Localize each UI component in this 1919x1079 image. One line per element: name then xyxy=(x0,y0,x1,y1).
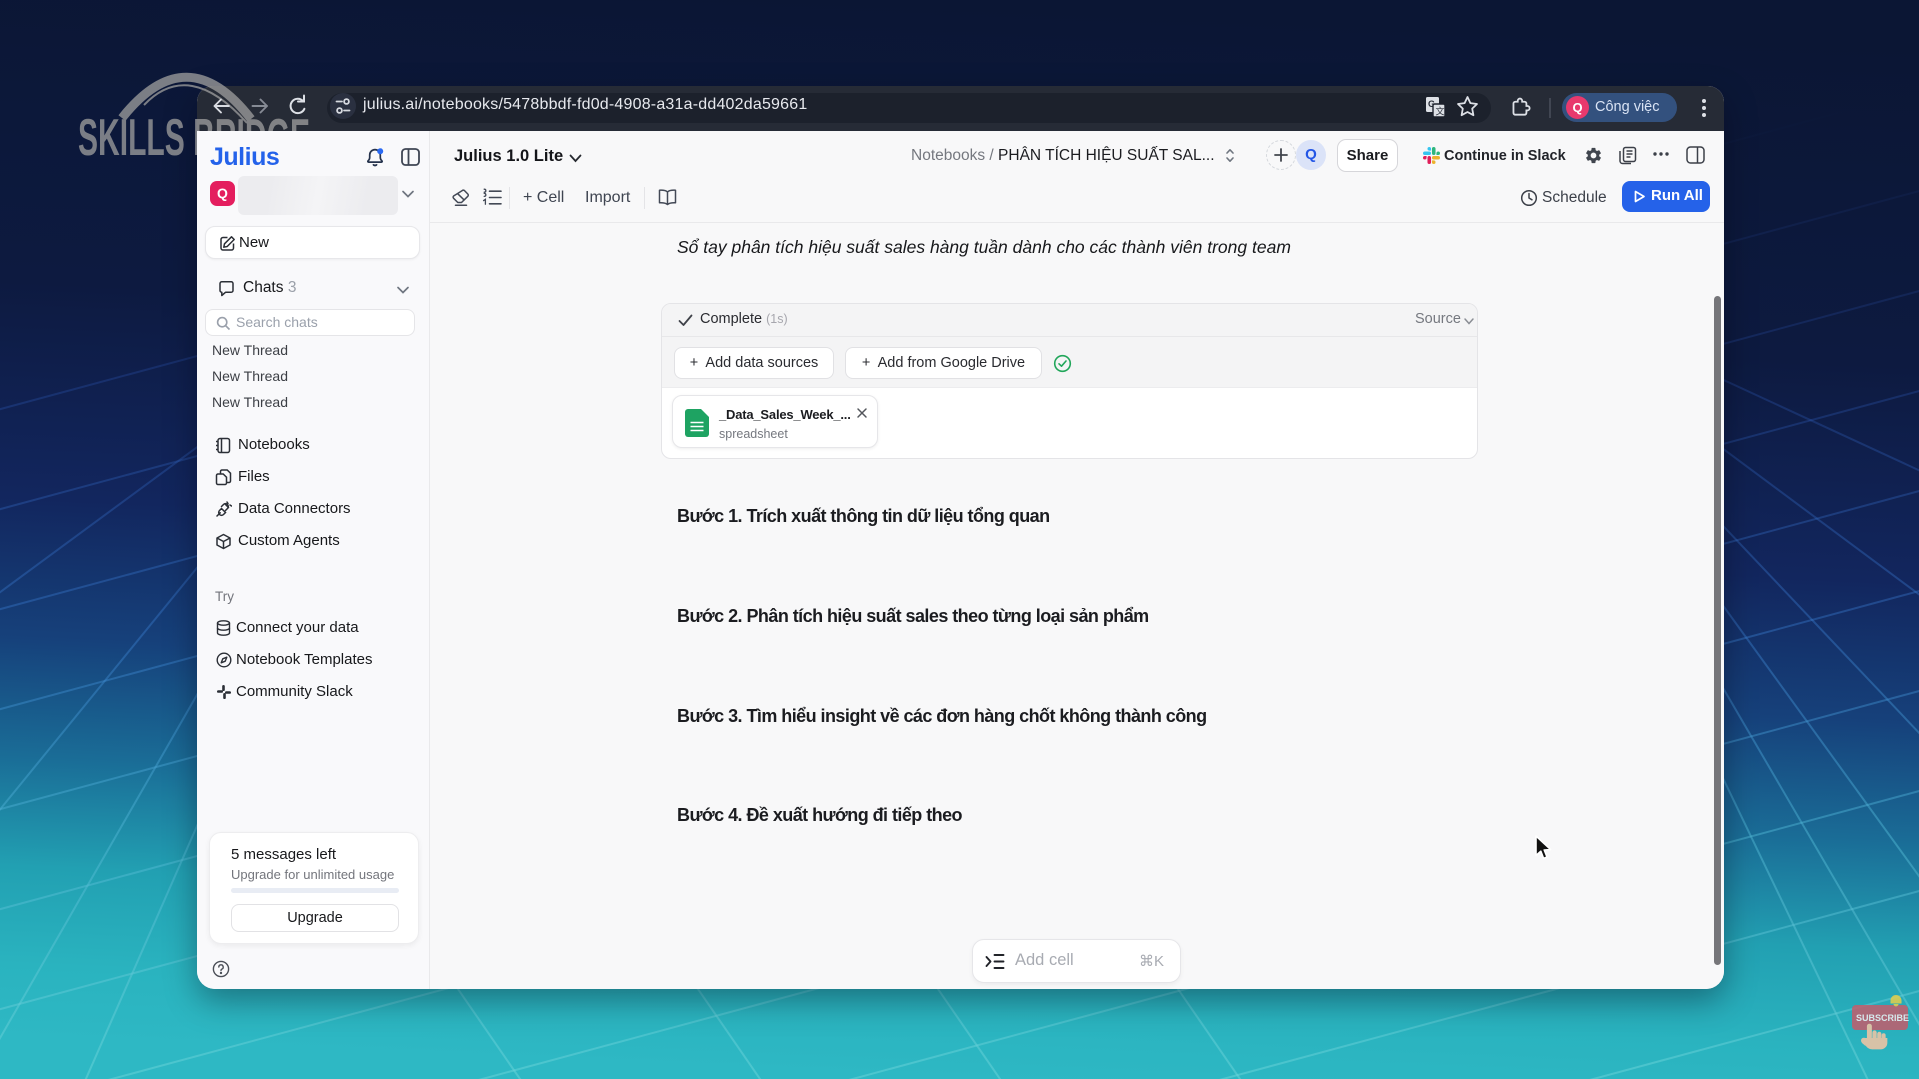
svg-text:SUBSCRIBE: SUBSCRIBE xyxy=(1856,1013,1909,1023)
svg-text:SKILLS BRIDGE: SKILLS BRIDGE xyxy=(78,109,310,167)
svg-text:文: 文 xyxy=(1436,106,1445,117)
